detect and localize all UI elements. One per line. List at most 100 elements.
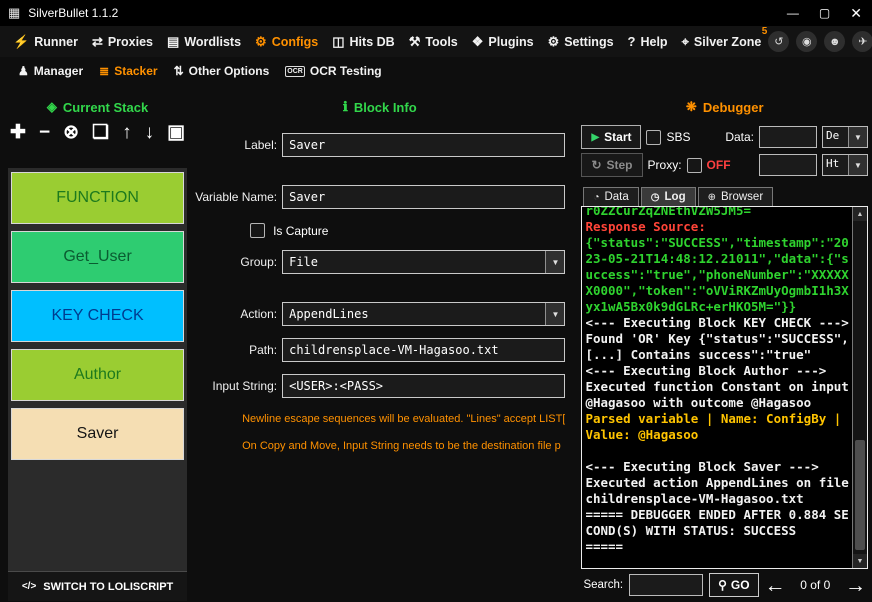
is-capture-label: Is Capture	[273, 223, 329, 238]
maximize-button[interactable]: ▢	[819, 7, 830, 19]
block-info-title: Block Info	[353, 99, 417, 115]
menu-item-help[interactable]: ? Help	[621, 26, 675, 57]
next-match-button[interactable]: →	[845, 575, 866, 596]
submenu-item-stacker[interactable]: ≣ Stacker	[91, 64, 165, 78]
search-input[interactable]	[629, 574, 704, 596]
switch-to-loliscript-button[interactable]: </> SWITCH TO LOLISCRIPT	[8, 571, 188, 601]
action-row: Action: ▼	[194, 302, 566, 326]
tab-icon: ◔	[593, 191, 600, 203]
scrollbar-track[interactable]	[853, 221, 867, 554]
stack-block[interactable]: FUNCTION	[11, 172, 185, 224]
data-group: Data: De ▼	[725, 126, 868, 148]
menu-item-label: Wordlists	[184, 34, 242, 49]
menu-items: ⚡ Runner ⇄ Proxies ▤ Wordlists ⚙ Configs	[6, 26, 768, 57]
label-field-label: Label:	[244, 138, 278, 152]
menu-bar: ⚡ Runner ⇄ Proxies ▤ Wordlists ⚙ Configs	[0, 26, 872, 57]
submenu-item-icon: ≣	[99, 64, 110, 78]
menu-item-icon: ⇄	[91, 33, 103, 49]
submenu-item-manager[interactable]: ♟ Manager	[10, 64, 91, 78]
menu-item-proxies[interactable]: ⇄ Proxies	[85, 26, 160, 57]
action-select[interactable]	[283, 303, 546, 325]
stack-block[interactable]: Get_User	[11, 231, 185, 283]
clear-blocks-button[interactable]: ⊗	[63, 123, 79, 142]
proxy-input[interactable]	[759, 154, 817, 176]
menu-button-icon: ✈	[858, 36, 868, 48]
start-button[interactable]: ▶ Start	[581, 125, 642, 149]
stack-block[interactable]: Author	[11, 349, 185, 401]
chevron-down-icon[interactable]: ▼	[545, 303, 565, 325]
previous-match-button[interactable]: ←	[765, 575, 786, 596]
save-stack-button[interactable]: ▣	[167, 123, 185, 142]
sbs-checkbox[interactable]	[646, 129, 662, 145]
input-string-input[interactable]	[283, 375, 565, 397]
data-input[interactable]	[759, 126, 817, 148]
history-button[interactable]: ↺	[768, 31, 790, 52]
variable-name-input[interactable]	[283, 186, 565, 208]
app-logo-icon: ▦	[8, 5, 21, 20]
main-content: ◈ Current Stack ✚ − ⊗ ❏ ↑ ↓ ▣ FUNCTION G…	[0, 85, 872, 602]
log-scrollbar[interactable]: ▲ ▼	[852, 207, 867, 568]
menu-item-wordlists[interactable]: ▤ Wordlists	[160, 26, 248, 57]
start-label: Start	[604, 130, 632, 144]
label-input[interactable]	[283, 134, 565, 156]
current-stack-title: Current Stack	[62, 99, 149, 115]
menu-item-runner[interactable]: ⚡ Runner	[6, 26, 85, 57]
menu-item-label: Help	[640, 34, 668, 49]
chevron-down-icon[interactable]: ▼	[848, 127, 867, 147]
info-icon: ℹ	[342, 99, 348, 114]
duplicate-block-button[interactable]: ❏	[92, 123, 109, 142]
menu-item-label: Tools	[425, 34, 458, 49]
menu-item-hits-db[interactable]: ◫ Hits DB	[325, 26, 401, 57]
screenshot-button[interactable]: ◉	[796, 31, 818, 52]
app-title: SilverBullet 1.1.2	[28, 6, 119, 20]
discord-button[interactable]: ☻	[824, 31, 846, 52]
tab-log[interactable]: ◷ Log	[640, 187, 696, 206]
menu-item-settings[interactable]: ⚙ Settings	[541, 26, 621, 57]
chevron-down-icon[interactable]: ▼	[848, 155, 867, 175]
menu-item-plugins[interactable]: ❖ Plugins	[465, 26, 541, 57]
proxy-checkbox[interactable]	[686, 157, 702, 173]
log-line: <--- Executing Block Saver --->	[585, 459, 819, 474]
menu-item-silver-zone[interactable]: ⌖ Silver Zone 5	[675, 26, 769, 57]
block-info-header: ℹ Block Info	[194, 99, 565, 115]
stack-block-label: FUNCTION	[56, 189, 139, 206]
submenu-item-label: Manager	[33, 64, 84, 78]
step-button[interactable]: ↻ Step	[581, 153, 643, 177]
action-select-box: ▼	[282, 302, 566, 326]
tab-label: Browser	[720, 191, 764, 203]
chevron-down-icon[interactable]: ▼	[545, 251, 565, 273]
minimize-button[interactable]: —	[787, 7, 799, 19]
telegram-button[interactable]: ✈	[852, 31, 872, 52]
tab-label: Data	[604, 191, 629, 203]
menu-item-configs[interactable]: ⚙ Configs	[248, 26, 325, 57]
menu-item-icon: ⌖	[681, 33, 689, 49]
scroll-up-icon[interactable]: ▲	[853, 207, 867, 221]
menu-item-icon: ❖	[471, 33, 484, 49]
stack-block[interactable]: Saver	[11, 408, 185, 460]
group-row: Group: ▼	[194, 250, 566, 274]
menu-item-tools[interactable]: ⚒ Tools	[402, 26, 465, 57]
remove-block-button[interactable]: −	[39, 123, 50, 142]
close-button[interactable]: ✕	[850, 6, 862, 20]
search-go-button[interactable]: ⚲ GO	[709, 573, 759, 597]
move-down-button[interactable]: ↓	[145, 123, 155, 142]
log-line: Executed function Constant on input @Hag…	[585, 379, 849, 410]
submenu-item-other-options[interactable]: ⇅ Other Options	[166, 64, 278, 78]
scrollbar-thumb[interactable]	[855, 440, 865, 550]
path-input[interactable]	[283, 339, 565, 361]
proxy-type-combo[interactable]: Ht ▼	[822, 154, 868, 176]
add-block-button[interactable]: ✚	[10, 123, 26, 142]
tab-browser[interactable]: ⊕ Browser	[697, 187, 774, 206]
data-type-combo[interactable]: De ▼	[822, 126, 868, 148]
submenu-item-ocr-testing[interactable]: OCR OCR Testing	[277, 64, 389, 78]
is-capture-checkbox[interactable]	[250, 223, 266, 238]
menu-item-icon: ⚙	[255, 33, 267, 49]
debugger-panel: ❋ Debugger ▶ Start SBS Data: De ▼ ↻ Step…	[579, 85, 872, 602]
switch-label: SWITCH TO LOLISCRIPT	[43, 580, 174, 593]
stack-block[interactable]: KEY CHECK	[11, 290, 185, 342]
move-up-button[interactable]: ↑	[122, 123, 132, 142]
tab-data[interactable]: ◔ Data	[583, 187, 639, 206]
group-select[interactable]	[283, 251, 546, 273]
scroll-down-icon[interactable]: ▼	[853, 554, 867, 568]
path-input-box	[282, 338, 566, 362]
